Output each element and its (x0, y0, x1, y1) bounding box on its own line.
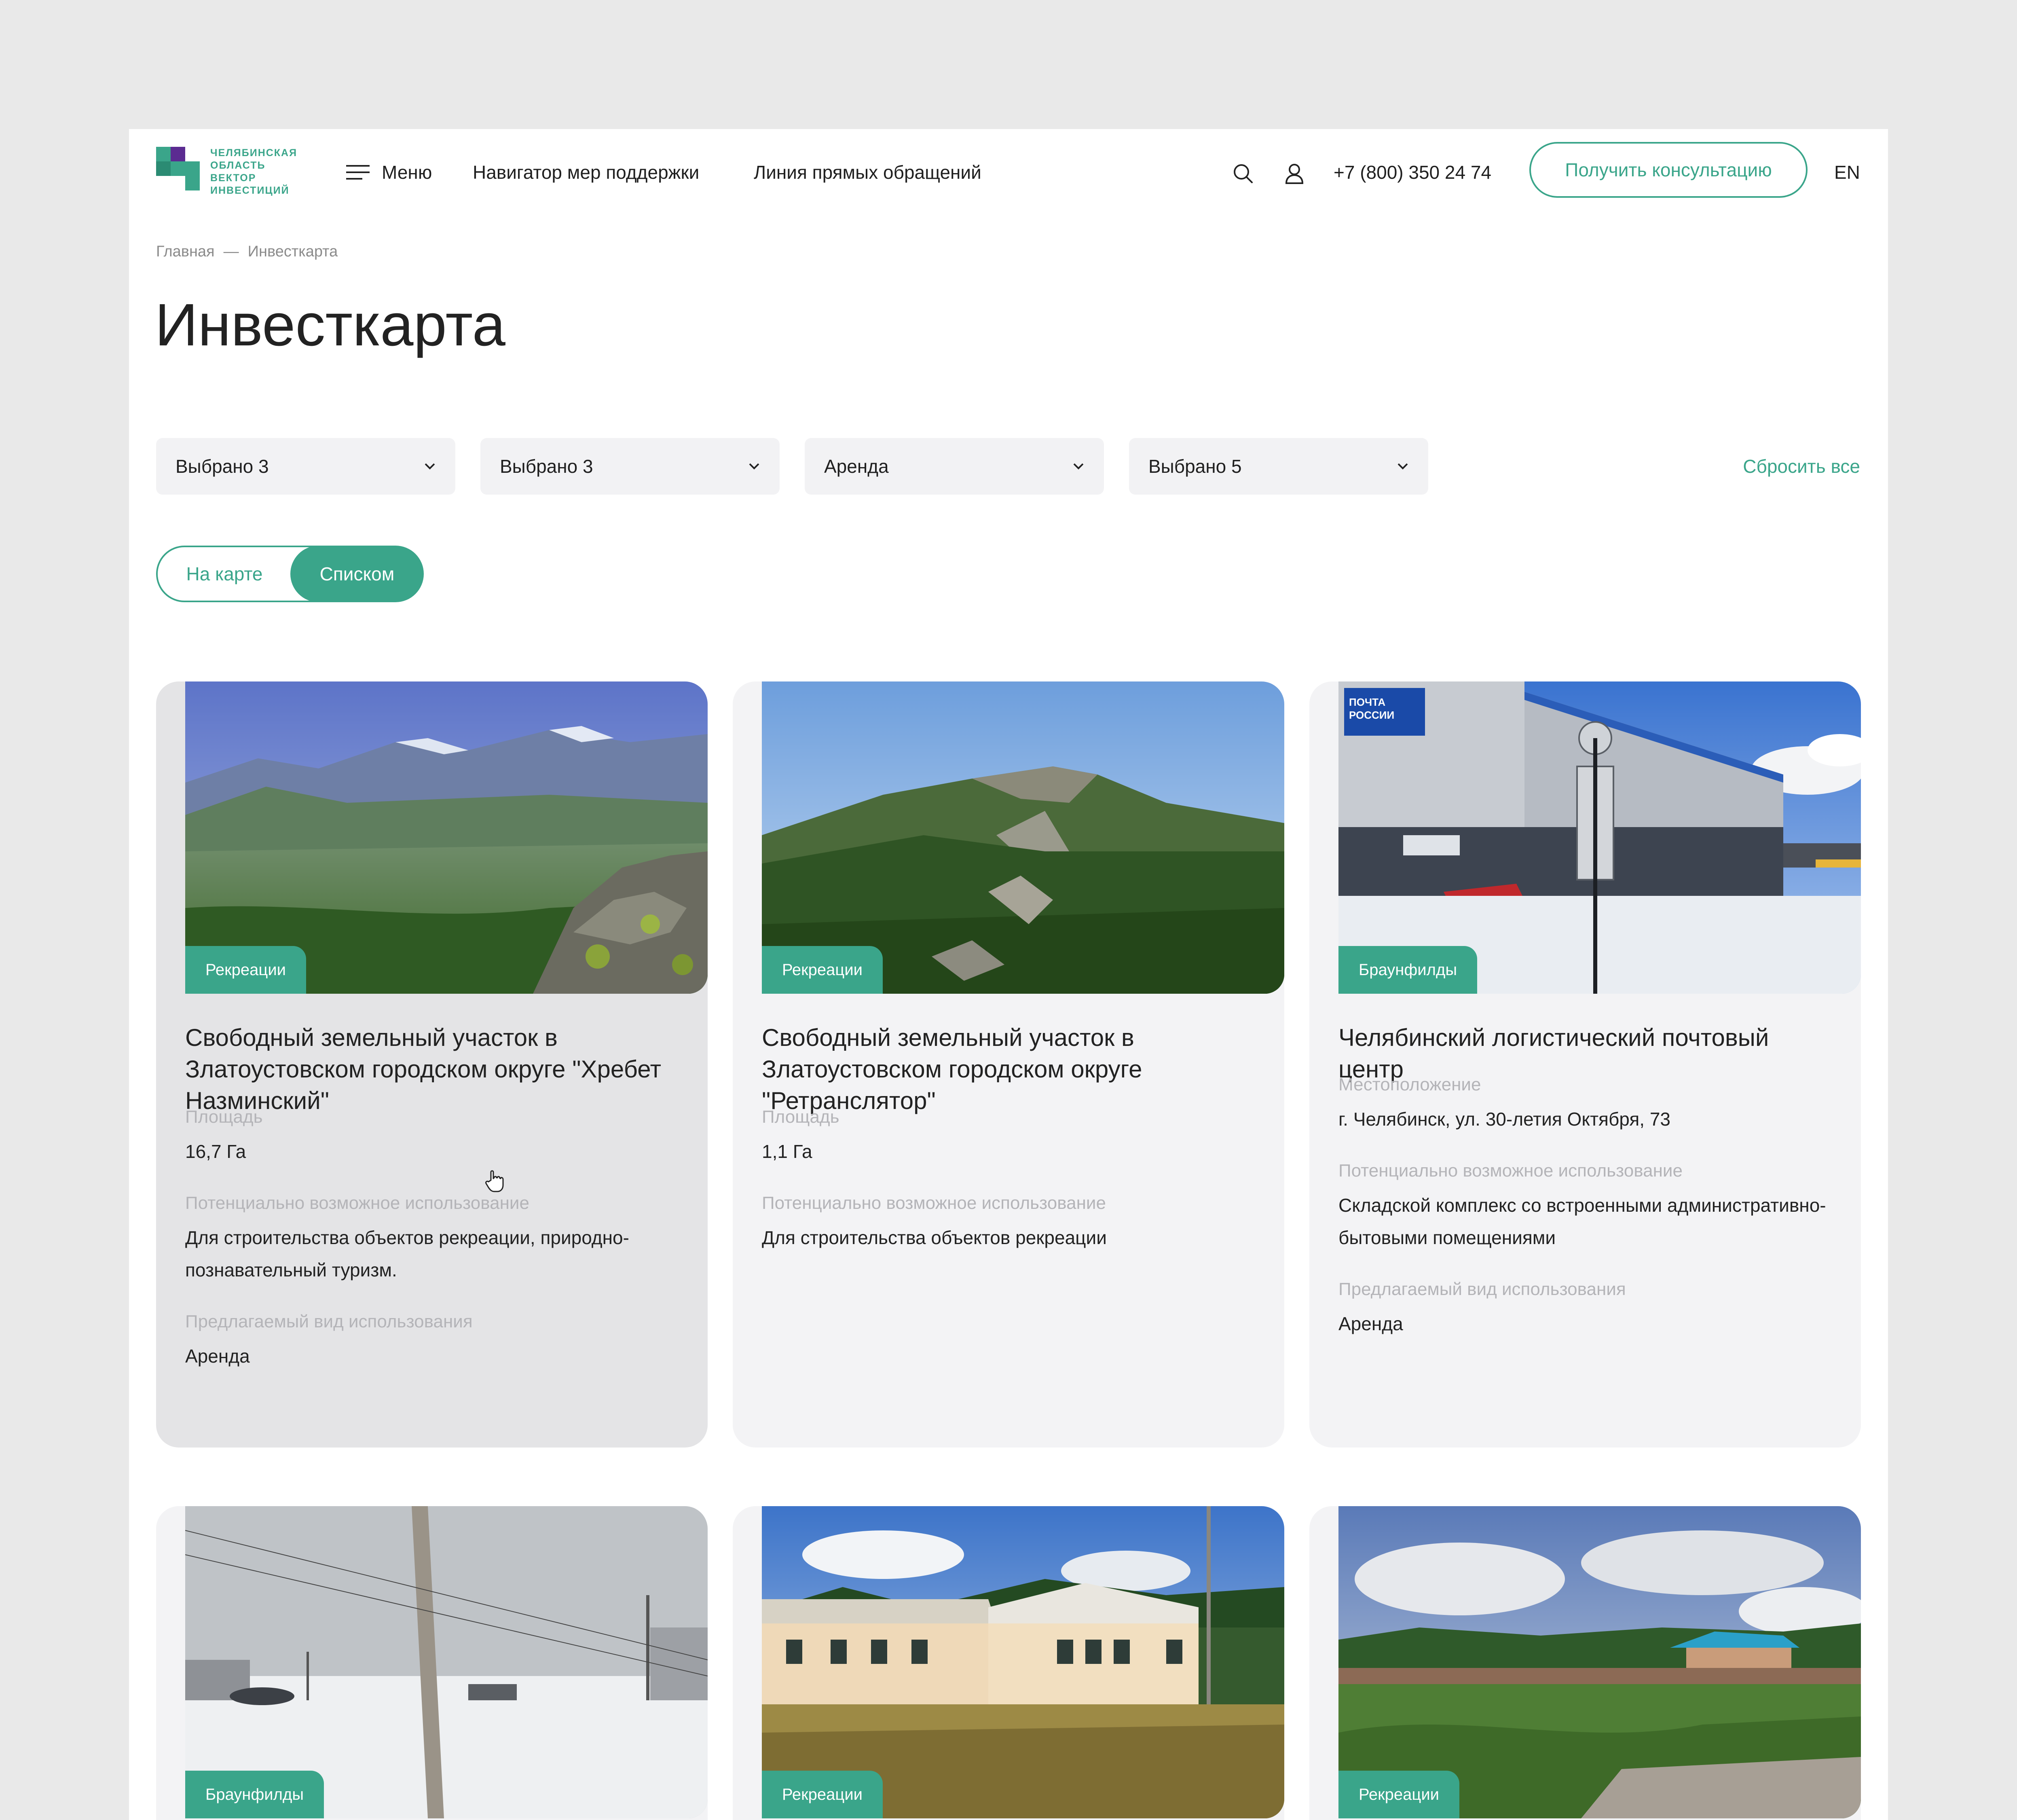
nav-direct-line[interactable]: Линия прямых обращений (754, 154, 981, 190)
object-card[interactable]: Рекреации Свободный земельный участок в … (733, 681, 1284, 1448)
nav-support-navigator[interactable]: Навигатор мер поддержки (473, 154, 699, 190)
category-tag: Рекреации (185, 946, 307, 994)
card-title[interactable]: Свободный земельный участок в Златоустов… (762, 1022, 1255, 1117)
field-value-area: 1,1 Га (762, 1141, 812, 1162)
object-card[interactable]: ПОЧТА РОССИИ Браунфилды Челябинский логи… (1309, 681, 1861, 1448)
filter-value: Выбрано 3 (175, 456, 269, 477)
chevron-down-icon (1073, 463, 1084, 470)
view-toggle: На карте Списком (156, 546, 424, 602)
phone-link[interactable]: +7 (800) 350 24 74 (1334, 154, 1491, 190)
field-label-area: Площадь (185, 1107, 263, 1127)
hand-cursor-icon (485, 1170, 504, 1192)
object-card[interactable]: Рекреации Свободный земельный участок в … (156, 681, 708, 1448)
field-value-usage: Для строительства объектов рекреации, пр… (185, 1227, 629, 1280)
filter-select-1[interactable]: Выбрано 3 (156, 438, 455, 495)
chevron-down-icon (749, 463, 759, 470)
category-tag: Браунфилды (1338, 946, 1478, 994)
field-label-usage: Потенциально возможное использование (185, 1193, 529, 1213)
object-card[interactable]: Браунфилды (156, 1506, 708, 1820)
page-title: Инвесткарта (155, 292, 505, 358)
filter-value: Выбрано 5 (1148, 456, 1242, 477)
menu-icon (346, 165, 370, 180)
logo-mark-icon (156, 147, 200, 190)
breadcrumb-current: Инвесткарта (247, 243, 338, 260)
category-tag: Браунфилды (185, 1771, 324, 1818)
site-header: ЧЕЛЯБИНСКАЯ ОБЛАСТЬ ВЕКТОР ИНВЕСТИЦИЙ Ме… (129, 129, 1888, 214)
field-value-usage: Складской комплекс со встроенными админи… (1338, 1195, 1826, 1248)
user-icon[interactable] (1283, 162, 1306, 185)
breadcrumb-home[interactable]: Главная (156, 243, 215, 260)
chevron-down-icon (425, 463, 435, 470)
chevron-down-icon (1398, 463, 1408, 470)
reset-filters-link[interactable]: Сбросить все (1743, 438, 1860, 495)
post-sign-text: ПОЧТА (1349, 696, 1385, 708)
filter-select-4[interactable]: Выбрано 5 (1129, 438, 1428, 495)
card-title[interactable]: Свободный земельный участок в Златоустов… (185, 1022, 679, 1117)
filter-select-3[interactable]: Аренда (805, 438, 1104, 495)
category-tag: Рекреации (1338, 1771, 1460, 1818)
field-label-proposed-use: Предлагаемый вид использования (1338, 1279, 1626, 1299)
view-map-option[interactable]: На карте (158, 546, 291, 602)
field-label-usage: Потенциально возможное использование (762, 1193, 1106, 1213)
logo-line: ОБЛАСТЬ (210, 160, 266, 171)
logo-text: ЧЕЛЯБИНСКАЯ ОБЛАСТЬ ВЕКТОР ИНВЕСТИЦИЙ (210, 147, 297, 197)
field-label-location: Местоположение (1338, 1075, 1481, 1094)
field-value-location: г. Челябинск, ул. 30-летия Октября, 73 (1338, 1109, 1670, 1130)
category-tag: Рекреации (762, 946, 883, 994)
field-value-proposed-use: Аренда (185, 1346, 250, 1367)
breadcrumb-separator: — (223, 243, 239, 260)
get-consultation-button[interactable]: Получить консультацию (1529, 142, 1808, 198)
menu-button[interactable]: Меню (346, 154, 432, 190)
filter-select-2[interactable]: Выбрано 3 (480, 438, 780, 495)
post-sign-text: РОССИИ (1349, 709, 1394, 721)
field-label-proposed-use: Предлагаемый вид использования (185, 1312, 473, 1331)
field-label-usage: Потенциально возможное использование (1338, 1161, 1683, 1181)
search-icon[interactable] (1232, 162, 1254, 185)
filter-value: Выбрано 3 (500, 456, 593, 477)
logo-line: ЧЕЛЯБИНСКАЯ (210, 147, 298, 159)
object-card[interactable]: Рекреации (1309, 1506, 1861, 1820)
view-list-option[interactable]: Списком (290, 546, 424, 602)
page: ЧЕЛЯБИНСКАЯ ОБЛАСТЬ ВЕКТОР ИНВЕСТИЦИЙ Ме… (129, 129, 1888, 1820)
language-switch[interactable]: EN (1834, 154, 1860, 190)
field-value-proposed-use: Аренда (1338, 1313, 1403, 1334)
field-label-area: Площадь (762, 1107, 839, 1127)
category-tag: Рекреации (762, 1771, 883, 1818)
field-value-area: 16,7 Га (185, 1141, 246, 1162)
menu-label: Меню (382, 162, 432, 183)
breadcrumb: Главная — Инвесткарта (156, 243, 338, 260)
logo[interactable]: ЧЕЛЯБИНСКАЯ ОБЛАСТЬ ВЕКТОР ИНВЕСТИЦИЙ (156, 147, 302, 197)
filter-value: Аренда (824, 456, 889, 477)
object-card[interactable]: Рекреации (733, 1506, 1284, 1820)
field-value-usage: Для строительства объектов рекреации (762, 1227, 1107, 1248)
logo-line: ИНВЕСТИЦИЙ (210, 185, 290, 196)
logo-line: ВЕКТОР (210, 172, 256, 184)
